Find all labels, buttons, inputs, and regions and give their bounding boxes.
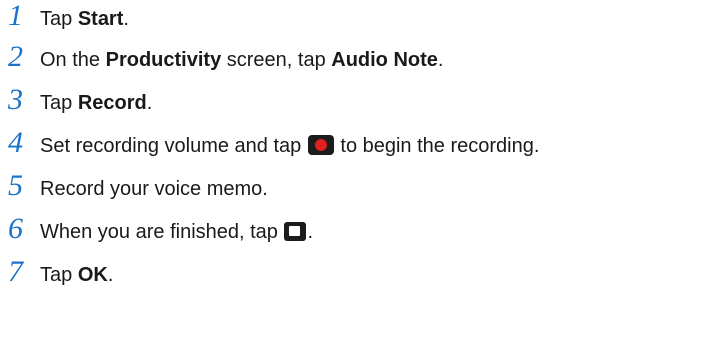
step-text-post: .	[123, 8, 129, 30]
step-4: 4 Set recording volume and tap to begin …	[8, 124, 698, 167]
step-text-post: .	[307, 220, 314, 243]
ui-term-productivity: Productivity	[105, 48, 222, 71]
step-text: When you are finished, tap .	[40, 220, 313, 244]
step-number: 6	[8, 211, 23, 245]
step-number: 2	[8, 39, 23, 73]
ui-term-start: Start	[77, 8, 124, 30]
step-3: 3 Tap Record.	[8, 81, 698, 124]
step-number: 5	[8, 168, 23, 202]
step-text-post: .	[107, 263, 114, 286]
step-1: 1 Tap Start.	[8, 0, 698, 38]
step-text: Tap OK.	[40, 263, 113, 287]
step-text-post: .	[437, 48, 444, 71]
step-text-mid: screen, tap	[221, 48, 332, 71]
ui-term-record: Record	[77, 91, 147, 114]
step-5: 5 Record your voice memo.	[8, 167, 698, 210]
step-text: On the Productivity screen, tap Audio No…	[40, 48, 443, 72]
step-text-pre: On the	[40, 48, 106, 71]
step-text: Record your voice memo.	[40, 177, 268, 200]
step-text: Tap Start.	[40, 7, 129, 31]
step-text-pre: Tap	[40, 263, 78, 286]
step-text-pre: Set recording volume and tap	[40, 134, 307, 157]
step-text-post: .	[146, 91, 153, 114]
step-text-post: to begin the recording.	[334, 134, 540, 157]
ui-term-audio-note: Audio Note	[331, 48, 438, 71]
step-number: 4	[8, 125, 23, 159]
step-text: Set recording volume and tap to begin th…	[40, 134, 539, 158]
step-text: Tap Record.	[40, 91, 152, 115]
stop-button-icon	[284, 221, 307, 241]
step-text-pre: When you are finished, tap	[40, 220, 284, 243]
ui-term-ok: OK	[77, 263, 108, 286]
step-text-pre: Tap	[40, 8, 78, 30]
step-7: 7 Tap OK.	[8, 253, 698, 296]
step-number: 1	[8, 0, 23, 32]
step-2: 2 On the Productivity screen, tap Audio …	[8, 38, 698, 81]
record-button-icon	[307, 134, 334, 155]
step-number: 7	[8, 254, 23, 288]
step-6: 6 When you are finished, tap .	[8, 210, 698, 253]
instruction-steps: 1 Tap Start. 2 On the Productivity scree…	[8, 0, 698, 296]
step-text-pre: Tap	[40, 91, 78, 114]
step-number: 3	[8, 82, 23, 116]
